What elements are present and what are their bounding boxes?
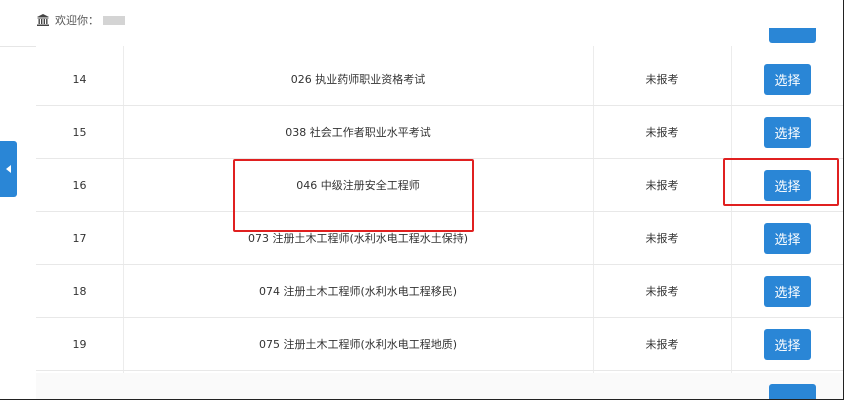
exam-name: 073 注册土木工程师(水利水电工程水土保持) [247,232,469,245]
row-index: 19 [72,337,87,351]
row-index: 15 [72,125,87,139]
select-button-partial[interactable] [769,28,816,43]
row-index: 17 [72,231,87,245]
action-cell: 选择 [731,53,844,105]
table-row: 14 026 执业药师职业资格考试 未报考 选择 [36,53,844,106]
exam-name: 074 注册土木工程师(水利水电工程移民) [258,285,458,298]
action-cell: 选择 [731,212,844,264]
exam-status: 未报考 [645,73,679,86]
row-index: 16 [72,178,87,192]
select-button[interactable]: 选择 [764,328,811,360]
table-row: 15 038 社会工作者职业水平考试 未报考 选择 [36,106,844,159]
exam-name: 046 中级注册安全工程师 [296,179,420,192]
exam-status: 未报考 [645,126,679,139]
action-cell: 选择 [731,106,844,158]
table-row-partial [36,373,844,400]
bank-icon [37,14,49,26]
select-button-partial[interactable] [769,384,816,400]
username-masked [103,15,125,25]
exam-table: 14 026 执业药师职业资格考试 未报考 选择 15 038 社会工作者职业水… [36,46,844,400]
exam-status: 未报考 [645,338,679,351]
table-row: 16 046 中级注册安全工程师 未报考 选择 [36,159,844,212]
welcome-label: 欢迎你： [55,14,99,27]
app-frame: 欢迎你： 14 026 执业药师职业资格考试 未报考 选择 15 038 社会工… [0,0,844,400]
chevron-left-icon [6,165,11,173]
exam-name: 026 执业药师职业资格考试 [290,73,426,86]
table-row: 17 073 注册土木工程师(水利水电工程水土保持) 未报考 选择 [36,212,844,265]
table-row: 18 074 注册土木工程师(水利水电工程移民) 未报考 选择 [36,265,844,318]
action-cell: 选择 [731,318,844,370]
action-cell: 选择 [731,159,844,211]
select-button[interactable]: 选择 [764,275,811,307]
select-button[interactable]: 选择 [764,116,811,148]
sidebar-toggle-tab[interactable] [0,141,17,197]
row-index: 18 [72,284,87,298]
action-cell: 选择 [731,265,844,317]
table-row: 19 075 注册土木工程师(水利水电工程地质) 未报考 选择 [36,318,844,371]
exam-status: 未报考 [645,232,679,245]
exam-status: 未报考 [645,285,679,298]
exam-status: 未报考 [645,179,679,192]
header-bar: 欢迎你： [0,0,844,47]
select-button[interactable]: 选择 [764,222,811,254]
select-button[interactable]: 选择 [764,63,811,95]
welcome-message: 欢迎你： [36,12,125,28]
exam-name: 038 社会工作者职业水平考试 [285,126,431,139]
row-index: 14 [72,72,87,86]
exam-name: 075 注册土木工程师(水利水电工程地质) [258,338,458,351]
select-button[interactable]: 选择 [764,169,811,201]
